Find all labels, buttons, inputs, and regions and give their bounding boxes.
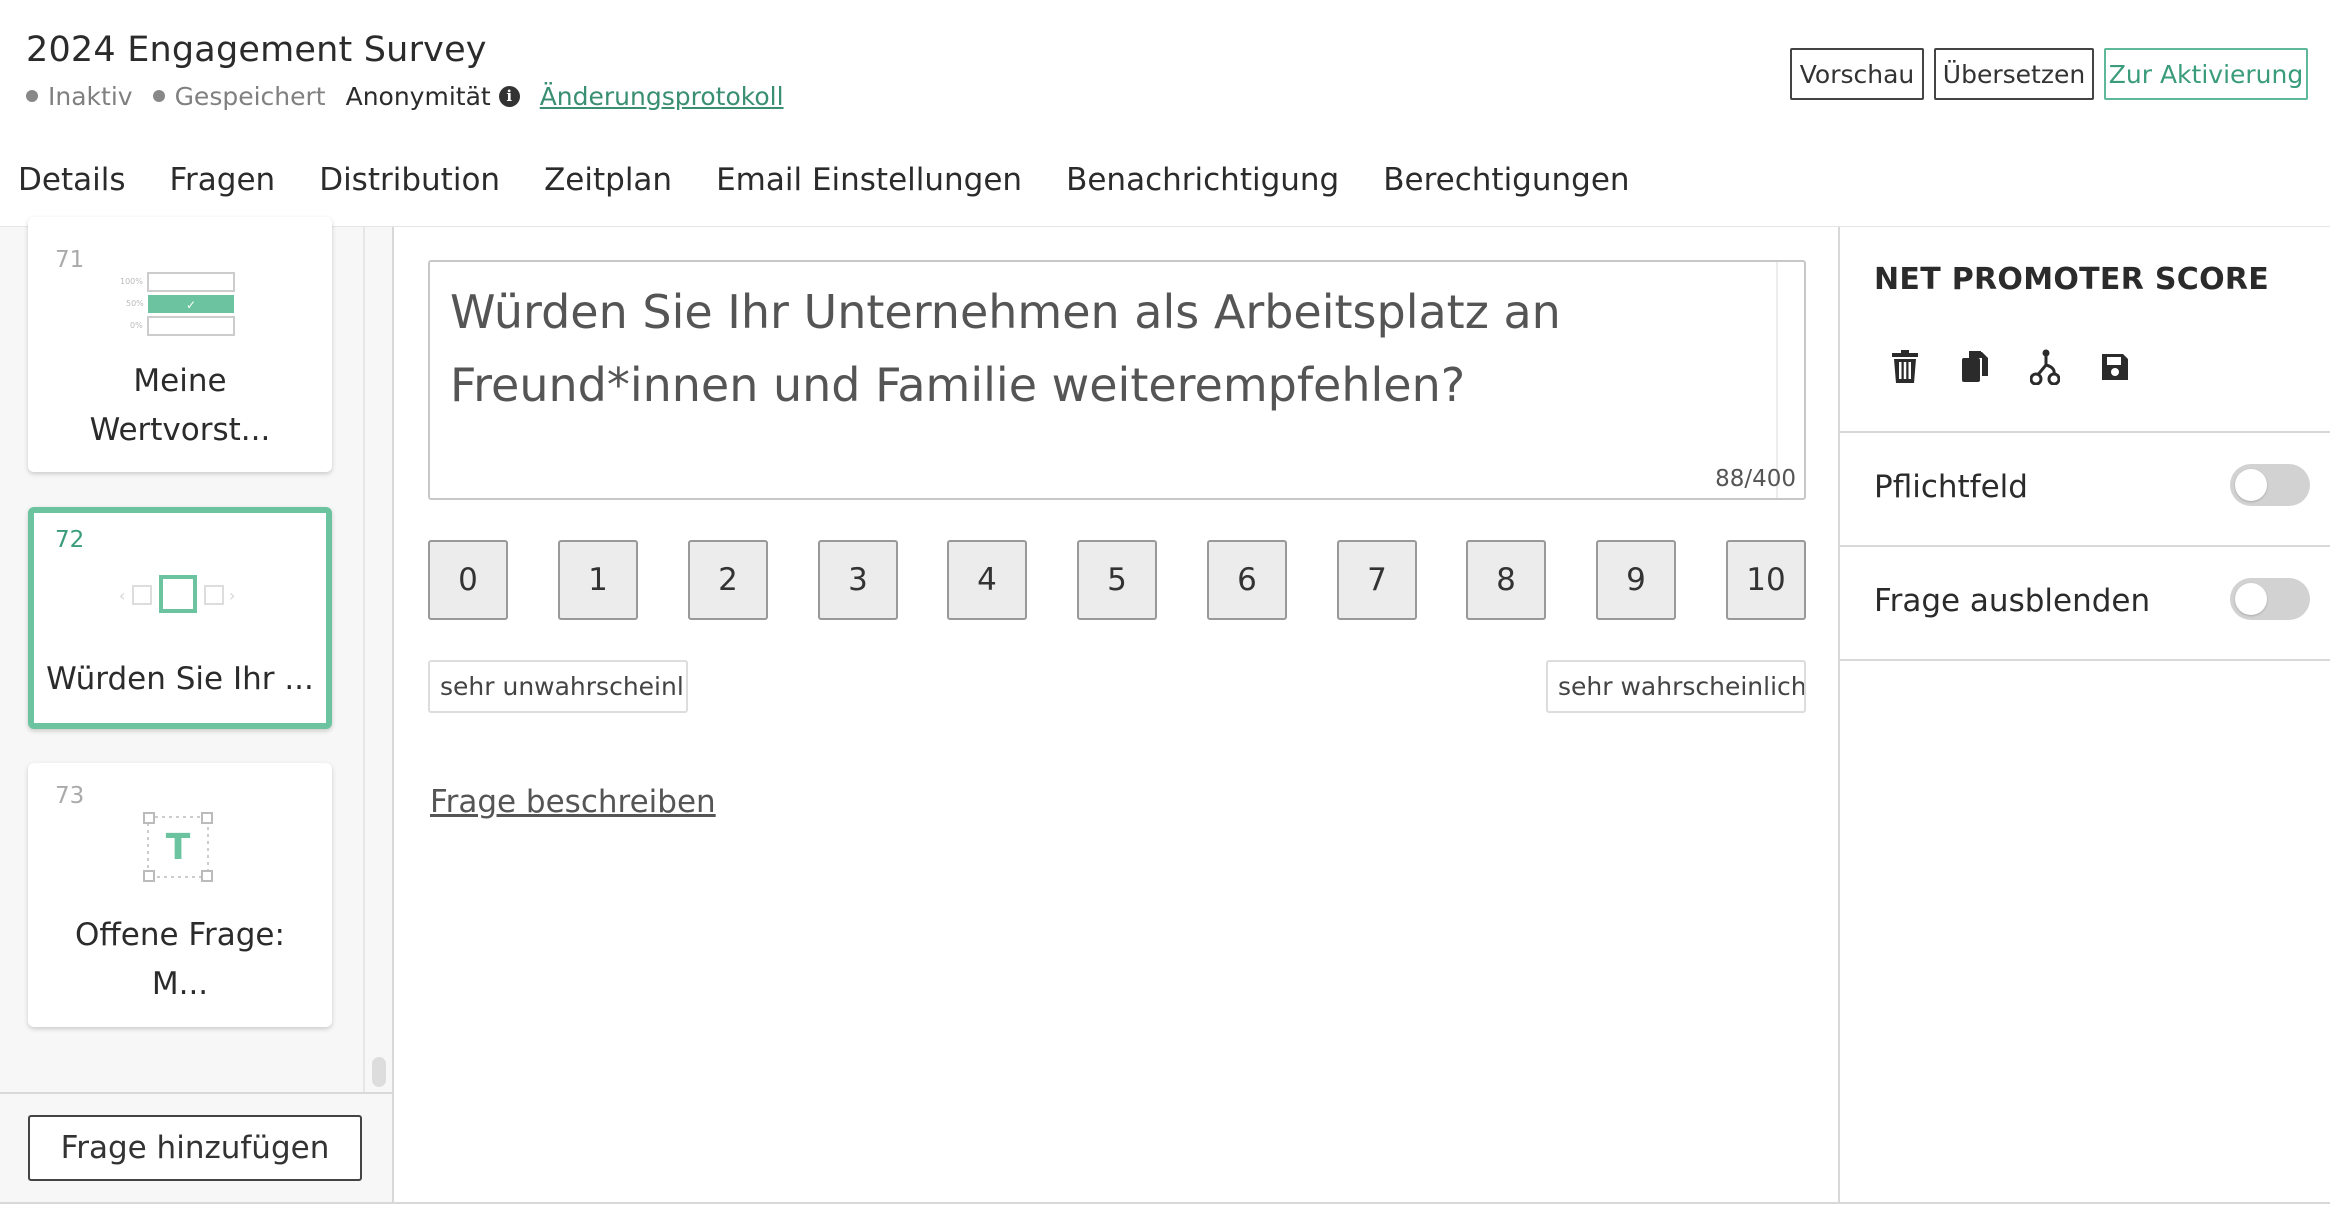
left-panel-divider bbox=[0, 1092, 392, 1094]
settings-panel: NET PROMOTER SCORE Pflichtfeld Frage aus… bbox=[1838, 227, 2330, 1202]
scale-option-10[interactable]: 10 bbox=[1726, 540, 1806, 620]
copy-icon[interactable] bbox=[1958, 347, 1992, 387]
svg-text:›: › bbox=[229, 586, 235, 605]
settings-divider bbox=[1840, 545, 2330, 547]
svg-text:✓: ✓ bbox=[186, 298, 196, 312]
activate-button[interactable]: Zur Aktivierung bbox=[2104, 48, 2308, 100]
slider-scale-icon: ‹ › bbox=[119, 575, 235, 613]
bottom-border bbox=[0, 1202, 2330, 1204]
tab-zeitplan[interactable]: Zeitplan bbox=[522, 150, 694, 226]
survey-title: 2024 Engagement Survey bbox=[26, 30, 487, 70]
svg-text:100%: 100% bbox=[120, 277, 143, 286]
question-card-73[interactable]: 73 T Offene Frage: M... bbox=[28, 763, 332, 1027]
svg-text:50%: 50% bbox=[126, 299, 144, 308]
add-question-button[interactable]: Frage hinzufügen bbox=[28, 1115, 362, 1181]
anonymity-label: Anonymität bbox=[345, 81, 491, 111]
trash-icon[interactable] bbox=[1888, 347, 1922, 387]
changelog-link[interactable]: Änderungsprotokoll bbox=[540, 82, 784, 111]
scale-option-3[interactable]: 3 bbox=[818, 540, 898, 620]
question-number: 71 bbox=[55, 247, 85, 273]
question-label: Offene Frage: M... bbox=[75, 917, 285, 1002]
scale-option-6[interactable]: 6 bbox=[1207, 540, 1287, 620]
text-field-icon: T bbox=[143, 812, 213, 882]
translate-button[interactable]: Übersetzen bbox=[1934, 48, 2094, 100]
scale-option-5[interactable]: 5 bbox=[1077, 540, 1157, 620]
scale-option-4[interactable]: 4 bbox=[947, 540, 1027, 620]
question-text[interactable]: Würden Sie Ihr Unternehmen als Arbeitspl… bbox=[450, 276, 1750, 422]
svg-text:0%: 0% bbox=[130, 321, 143, 330]
required-toggle[interactable] bbox=[2230, 464, 2310, 506]
scale-option-7[interactable]: 7 bbox=[1337, 540, 1417, 620]
info-icon[interactable]: i bbox=[498, 85, 520, 107]
textarea-scrollbar bbox=[1776, 262, 1778, 498]
settings-divider bbox=[1840, 659, 2330, 661]
preview-button[interactable]: Vorschau bbox=[1790, 48, 1924, 100]
question-number: 72 bbox=[55, 527, 85, 553]
question-label: Würden Sie Ihr ... bbox=[46, 661, 314, 697]
branch-icon[interactable] bbox=[2028, 347, 2062, 387]
question-card-72[interactable]: 72 ‹ › Würden Sie Ihr ... bbox=[28, 507, 332, 729]
question-label: Meine Wertvorst... bbox=[89, 363, 271, 448]
tab-fragen[interactable]: Fragen bbox=[147, 150, 297, 226]
question-text-field[interactable]: Würden Sie Ihr Unternehmen als Arbeitspl… bbox=[428, 260, 1806, 500]
svg-text:‹: ‹ bbox=[119, 586, 125, 605]
status-dot-icon bbox=[152, 90, 165, 102]
char-counter: 88/400 bbox=[1715, 466, 1796, 492]
save-icon[interactable] bbox=[2098, 347, 2132, 387]
high-label-input[interactable]: sehr wahrscheinlich bbox=[1546, 660, 1806, 713]
tab-distribution[interactable]: Distribution bbox=[297, 150, 522, 226]
question-card-71[interactable]: 71 100% 50% 0% ✓ Meine Wertvorst... bbox=[28, 217, 332, 472]
low-label-input[interactable]: sehr unwahrscheinli bbox=[428, 660, 688, 713]
describe-question-link[interactable]: Frage beschreiben bbox=[430, 784, 716, 820]
percentage-bar-icon: 100% 50% 0% ✓ bbox=[120, 272, 235, 336]
toggle-knob bbox=[2235, 583, 2267, 615]
toggle-knob bbox=[2235, 469, 2267, 501]
scrollbar-thumb[interactable] bbox=[372, 1057, 386, 1087]
question-type-title: NET PROMOTER SCORE bbox=[1874, 262, 2270, 297]
tab-email-einstellungen[interactable]: Email Einstellungen bbox=[694, 150, 1044, 226]
status-inactive: Inaktiv bbox=[26, 82, 133, 111]
hide-question-toggle[interactable] bbox=[2230, 578, 2310, 620]
scale-option-9[interactable]: 9 bbox=[1596, 540, 1676, 620]
tab-benachrichtigung[interactable]: Benachrichtigung bbox=[1044, 150, 1361, 226]
hide-question-label: Frage ausblenden bbox=[1874, 583, 2151, 619]
scale-option-2[interactable]: 2 bbox=[688, 540, 768, 620]
survey-meta: Inaktiv Gespeichert Anonymität i Änderun… bbox=[26, 80, 784, 112]
status-dot-icon bbox=[26, 90, 38, 102]
required-label: Pflichtfeld bbox=[1874, 469, 2028, 505]
question-number: 73 bbox=[55, 783, 85, 809]
question-actions bbox=[1888, 347, 2168, 387]
scale-option-8[interactable]: 8 bbox=[1466, 540, 1546, 620]
scale-option-0[interactable]: 0 bbox=[428, 540, 508, 620]
question-list-panel: 71 100% 50% 0% ✓ Meine Wertvorst... 72 ‹… bbox=[0, 217, 394, 1202]
svg-text:T: T bbox=[166, 827, 191, 868]
status-saved: Gespeichert bbox=[152, 82, 326, 111]
settings-divider bbox=[1840, 431, 2330, 433]
tab-berechtigungen[interactable]: Berechtigungen bbox=[1361, 150, 1651, 226]
scale-option-1[interactable]: 1 bbox=[558, 540, 638, 620]
scroll-track bbox=[363, 227, 365, 1092]
tab-details[interactable]: Details bbox=[0, 150, 147, 226]
tab-bar: Details Fragen Distribution Zeitplan Ema… bbox=[0, 150, 1652, 226]
